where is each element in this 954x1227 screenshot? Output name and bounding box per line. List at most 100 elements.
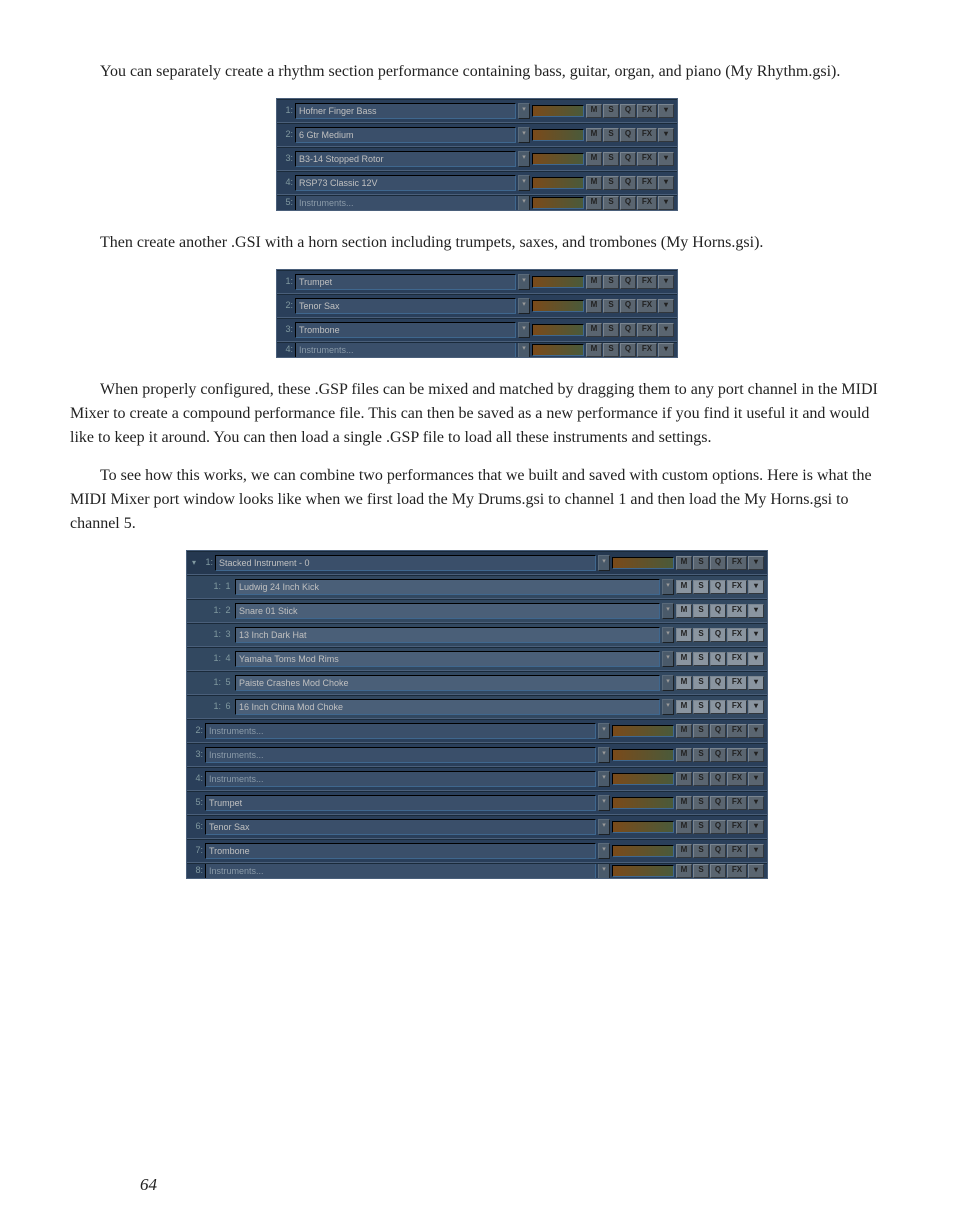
solo-button[interactable]: S — [693, 556, 709, 570]
volume-slider[interactable] — [612, 797, 674, 809]
mute-button[interactable]: M — [586, 196, 602, 210]
solo-button[interactable]: S — [693, 580, 709, 594]
mute-button[interactable]: M — [676, 628, 692, 642]
q-button[interactable]: Q — [710, 580, 726, 594]
solo-button[interactable]: S — [693, 628, 709, 642]
q-button[interactable]: Q — [620, 176, 636, 190]
q-button[interactable]: Q — [710, 772, 726, 786]
q-button[interactable]: Q — [620, 323, 636, 337]
fx-dropdown[interactable]: ▾ — [658, 196, 674, 210]
mute-button[interactable]: M — [586, 176, 602, 190]
volume-slider[interactable] — [612, 773, 674, 785]
fx-dropdown[interactable]: ▾ — [748, 628, 764, 642]
solo-button[interactable]: S — [603, 275, 619, 289]
instrument-name-input[interactable]: 16 Inch China Mod Choke — [235, 699, 660, 715]
solo-button[interactable]: S — [603, 152, 619, 166]
fx-dropdown[interactable]: ▾ — [748, 820, 764, 834]
q-button[interactable]: Q — [620, 104, 636, 118]
volume-slider[interactable] — [532, 344, 584, 356]
fx-dropdown[interactable]: ▾ — [748, 864, 764, 878]
volume-slider[interactable] — [532, 177, 584, 189]
mute-button[interactable]: M — [676, 724, 692, 738]
instrument-name-input[interactable]: Instruments... — [295, 342, 516, 357]
q-button[interactable]: Q — [620, 275, 636, 289]
instrument-name-input[interactable]: Instruments... — [205, 771, 596, 787]
fx-dropdown[interactable]: ▾ — [658, 152, 674, 166]
dropdown-icon[interactable]: ▾ — [662, 651, 674, 667]
instrument-name-input[interactable]: Ludwig 24 Inch Kick — [235, 579, 660, 595]
fx-dropdown[interactable]: ▾ — [748, 580, 764, 594]
volume-slider[interactable] — [612, 845, 674, 857]
solo-button[interactable]: S — [693, 844, 709, 858]
q-button[interactable]: Q — [710, 796, 726, 810]
solo-button[interactable]: S — [603, 299, 619, 313]
fx-button[interactable]: FX — [727, 772, 747, 786]
solo-button[interactable]: S — [693, 772, 709, 786]
fx-dropdown[interactable]: ▾ — [658, 323, 674, 337]
instrument-name-input[interactable]: Paiste Crashes Mod Choke — [235, 675, 660, 691]
q-button[interactable]: Q — [710, 604, 726, 618]
q-button[interactable]: Q — [620, 343, 636, 357]
q-button[interactable]: Q — [710, 724, 726, 738]
expand-icon[interactable]: ▾ — [189, 557, 199, 569]
solo-button[interactable]: S — [603, 104, 619, 118]
fx-button[interactable]: FX — [637, 196, 657, 210]
solo-button[interactable]: S — [693, 820, 709, 834]
fx-button[interactable]: FX — [637, 299, 657, 313]
mute-button[interactable]: M — [676, 676, 692, 690]
dropdown-icon[interactable]: ▾ — [598, 843, 610, 859]
mute-button[interactable]: M — [586, 299, 602, 313]
mute-button[interactable]: M — [676, 580, 692, 594]
fx-button[interactable]: FX — [727, 604, 747, 618]
dropdown-icon[interactable]: ▾ — [518, 274, 530, 290]
dropdown-icon[interactable]: ▾ — [662, 603, 674, 619]
q-button[interactable]: Q — [710, 676, 726, 690]
volume-slider[interactable] — [532, 105, 584, 117]
fx-button[interactable]: FX — [727, 820, 747, 834]
mute-button[interactable]: M — [676, 700, 692, 714]
fx-button[interactable]: FX — [727, 700, 747, 714]
fx-button[interactable]: FX — [637, 275, 657, 289]
solo-button[interactable]: S — [693, 604, 709, 618]
q-button[interactable]: Q — [710, 820, 726, 834]
dropdown-icon[interactable]: ▾ — [518, 151, 530, 167]
mute-button[interactable]: M — [676, 772, 692, 786]
solo-button[interactable]: S — [693, 724, 709, 738]
dropdown-icon[interactable]: ▾ — [518, 127, 530, 143]
q-button[interactable]: Q — [710, 700, 726, 714]
fx-dropdown[interactable]: ▾ — [748, 844, 764, 858]
fx-dropdown[interactable]: ▾ — [748, 796, 764, 810]
solo-button[interactable]: S — [693, 748, 709, 762]
q-button[interactable]: Q — [710, 844, 726, 858]
fx-dropdown[interactable]: ▾ — [748, 748, 764, 762]
fx-button[interactable]: FX — [727, 748, 747, 762]
dropdown-icon[interactable]: ▾ — [518, 298, 530, 314]
dropdown-icon[interactable]: ▾ — [598, 795, 610, 811]
fx-button[interactable]: FX — [727, 796, 747, 810]
fx-dropdown[interactable]: ▾ — [748, 652, 764, 666]
fx-button[interactable]: FX — [637, 343, 657, 357]
dropdown-icon[interactable]: ▾ — [662, 627, 674, 643]
dropdown-icon[interactable]: ▾ — [662, 699, 674, 715]
instrument-name-input[interactable]: Trumpet — [205, 795, 596, 811]
q-button[interactable]: Q — [710, 628, 726, 642]
instrument-name-input[interactable]: Tenor Sax — [295, 298, 516, 314]
fx-button[interactable]: FX — [637, 152, 657, 166]
instrument-name-input[interactable]: Instruments... — [205, 723, 596, 739]
dropdown-icon[interactable]: ▾ — [598, 555, 610, 571]
fx-dropdown[interactable]: ▾ — [748, 604, 764, 618]
q-button[interactable]: Q — [710, 864, 726, 878]
q-button[interactable]: Q — [620, 128, 636, 142]
dropdown-icon[interactable]: ▾ — [598, 771, 610, 787]
solo-button[interactable]: S — [693, 700, 709, 714]
instrument-name-input[interactable]: 6 Gtr Medium — [295, 127, 516, 143]
fx-button[interactable]: FX — [727, 844, 747, 858]
fx-dropdown[interactable]: ▾ — [658, 299, 674, 313]
dropdown-icon[interactable]: ▾ — [598, 723, 610, 739]
dropdown-icon[interactable]: ▾ — [662, 579, 674, 595]
mute-button[interactable]: M — [586, 152, 602, 166]
mute-button[interactable]: M — [676, 820, 692, 834]
volume-slider[interactable] — [612, 821, 674, 833]
fx-button[interactable]: FX — [727, 580, 747, 594]
fx-dropdown[interactable]: ▾ — [748, 556, 764, 570]
